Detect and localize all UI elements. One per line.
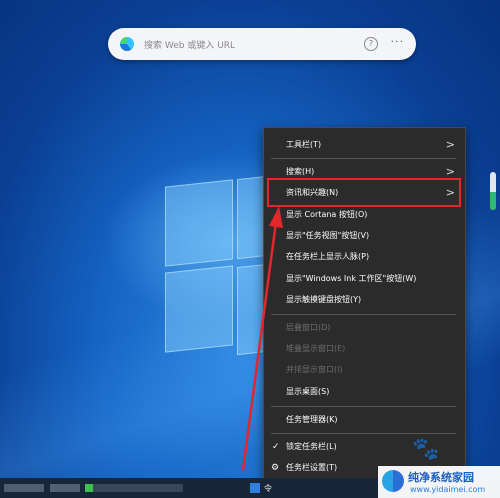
watermark-title: 纯净系统家园	[408, 471, 474, 484]
volume-level-fill	[490, 192, 496, 210]
system-tray[interactable]: 令	[250, 482, 272, 494]
tray-label[interactable]: 令	[264, 483, 272, 494]
taskbar-app-icon[interactable]	[85, 484, 93, 492]
annotation-arrow	[241, 206, 283, 471]
app-icon[interactable]	[250, 483, 260, 493]
watermark-url: www.yidaimei.com	[410, 485, 486, 494]
volume-slider[interactable]	[490, 172, 496, 210]
taskbar-app[interactable]	[93, 484, 183, 492]
site-watermark: 纯净系统家园 www.yidaimei.com	[378, 466, 500, 498]
taskbar-app[interactable]	[50, 484, 80, 492]
site-logo-icon	[382, 470, 404, 492]
taskbar-app[interactable]	[4, 484, 44, 492]
